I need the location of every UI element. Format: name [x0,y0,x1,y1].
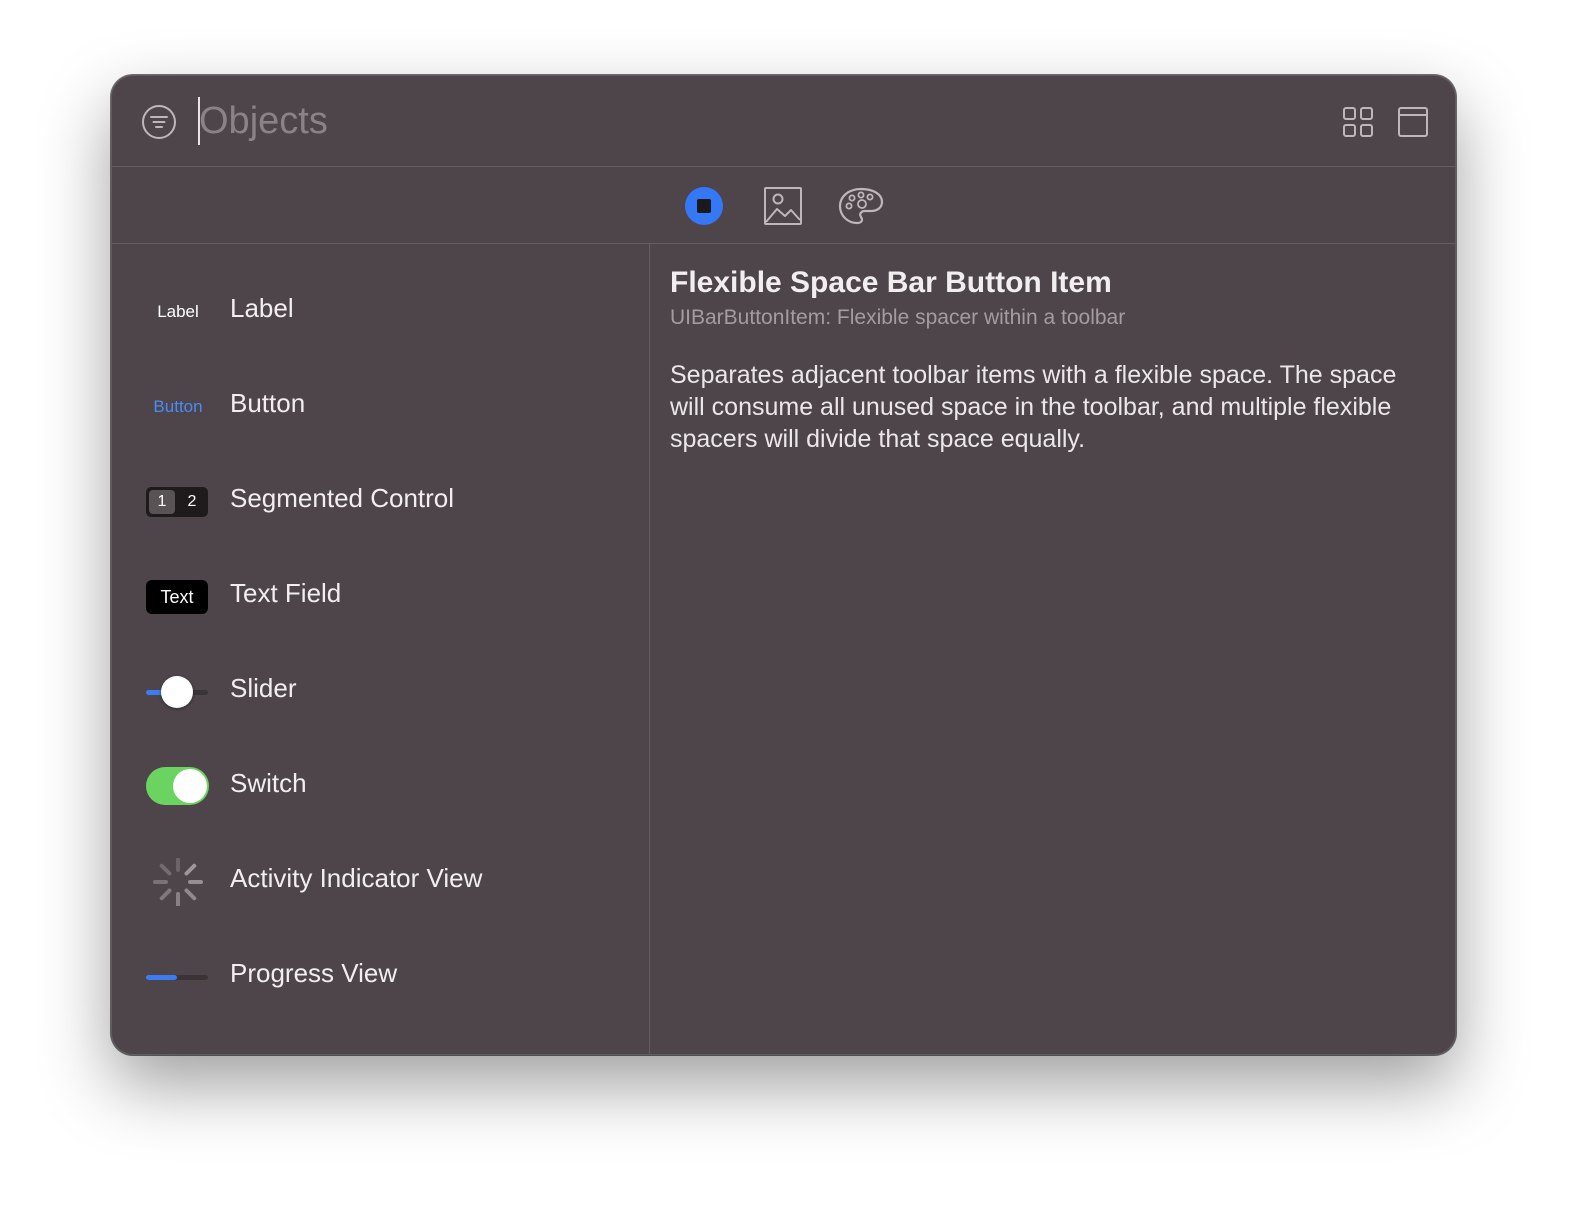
object-list: Label Label Button Button 1 2 Segmented … [111,244,650,1055]
search-bar [111,75,1456,167]
spinner-spoke [184,863,197,876]
spinner-spoke [159,863,172,876]
segmented-control-icon: 1 2 [146,484,210,520]
list-item-switch[interactable]: Switch [111,739,649,834]
list-item-title: Segmented Control [230,483,455,513]
detail-title: Flexible Space Bar Button Item [670,266,1112,299]
list-item-segmented-control[interactable]: 1 2 Segmented Control [111,454,649,549]
segment-2: 2 [187,493,197,510]
progress-view-icon [146,959,210,995]
tab-objects[interactable] [682,184,726,228]
list-item-title: Label [230,293,294,323]
search-input[interactable] [199,93,1099,149]
progress-track [146,975,208,980]
grid-icon[interactable] [1341,105,1375,139]
text-field-preview: Text [146,580,208,614]
progress-fill [146,975,177,980]
slider-knob [161,676,193,708]
detail-pane: Flexible Space Bar Button Item UIBarButt… [650,244,1456,1055]
list-item-slider[interactable]: Slider [111,644,649,739]
label-icon-text: Label [157,302,199,321]
list-item-title: Slider [230,673,297,703]
spinner-spoke [159,888,172,901]
image-icon [764,187,802,225]
list-item-label[interactable]: Label Label [111,264,649,359]
filter-icon[interactable] [141,104,177,140]
window-icon[interactable] [1396,105,1430,139]
activity-indicator-icon [146,857,210,907]
list-item-text-field[interactable]: Text Text Field [111,549,649,644]
spinner-spoke [184,888,197,901]
segmented-control-preview: 1 2 [146,487,208,517]
button-icon-text: Button [153,397,203,416]
list-item-title: Switch [230,768,307,798]
library-tabbar [111,167,1456,244]
switch-knob [173,769,207,803]
list-item-title: Text Field [230,578,342,608]
segment-1: 1 [157,493,167,510]
detail-description: Separates adjacent toolbar items with a … [670,361,1397,453]
label-icon: Label [146,294,210,330]
list-item-activity-indicator[interactable]: Activity Indicator View [111,834,649,929]
switch-icon [146,767,210,805]
list-item-button[interactable]: Button Button [111,359,649,454]
slider-icon [146,674,210,710]
text-field-icon: Text [146,579,210,615]
list-item-progress-view[interactable]: Progress View [111,929,649,1024]
objects-icon [685,187,723,225]
tab-media[interactable] [761,184,805,228]
list-item-title: Activity Indicator View [230,863,483,893]
list-item-title: Progress View [230,958,398,988]
tab-colors[interactable] [837,184,884,228]
library-window: Label Label Button Button 1 2 Segmented … [111,75,1456,1055]
list-item-title: Button [230,388,306,418]
button-icon: Button [146,389,210,425]
detail-subtitle: UIBarButtonItem: Flexible spacer within … [670,306,1126,329]
palette-icon [838,187,884,225]
